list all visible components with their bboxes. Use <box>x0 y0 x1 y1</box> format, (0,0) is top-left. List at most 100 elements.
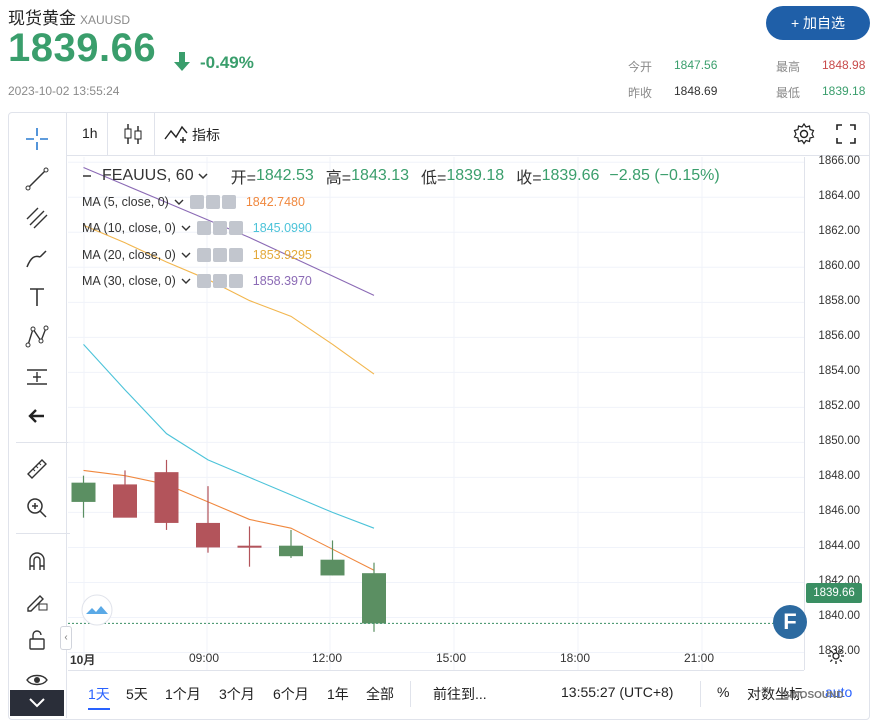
legend-high-label: 高= <box>325 170 352 187</box>
candle-type-icon[interactable] <box>122 122 144 146</box>
ma-row[interactable]: MA (10, close, 0) 1845.0990 <box>82 221 312 235</box>
chevron-down-icon[interactable] <box>197 171 209 181</box>
eye-icon[interactable] <box>196 221 211 235</box>
legend-symbol[interactable]: FEAUUS, 60 <box>102 167 194 185</box>
candle-body <box>279 545 303 557</box>
range-1y[interactable]: 1年 <box>327 684 349 704</box>
fullscreen-icon[interactable] <box>834 122 858 146</box>
goto-date-button[interactable]: 前往到... <box>433 684 487 704</box>
y-tick-label: 1848.00 <box>818 470 860 483</box>
clock[interactable]: 13:55:27 (UTC+8) <box>561 684 673 700</box>
gear-icon[interactable] <box>205 195 220 209</box>
ma-row[interactable]: MA (5, close, 0) 1842.7480 <box>82 195 305 209</box>
text-icon[interactable] <box>22 282 52 312</box>
range-1d[interactable]: 1天 <box>88 684 110 710</box>
open-label: 今开 <box>628 60 653 74</box>
range-all[interactable]: 全部 <box>366 684 394 704</box>
y-tick-label: 1850.00 <box>818 435 860 448</box>
ma-label: MA (20, close, 0) <box>82 248 176 262</box>
x-tick-label: 10月 <box>70 653 96 667</box>
y-tick-label: 1864.00 <box>818 190 860 203</box>
candle <box>154 459 179 530</box>
change-percent: -0.49% <box>200 53 254 72</box>
toolbar-divider <box>16 442 70 443</box>
candle-body <box>237 545 262 548</box>
candle-body <box>113 484 137 518</box>
indicators-button[interactable]: 指标 <box>192 125 220 145</box>
chevron-down-icon[interactable] <box>181 224 191 232</box>
candle-body <box>154 472 179 523</box>
x-tick-label: 18:00 <box>560 651 591 665</box>
trend-line-icon[interactable] <box>22 164 52 194</box>
ma-value: 1845.0990 <box>252 221 312 235</box>
expand-toolbar-button[interactable] <box>10 690 64 716</box>
ma-row[interactable]: MA (30, close, 0) 1858.3970 <box>82 274 312 288</box>
axis-settings-icon[interactable] <box>826 646 846 666</box>
chevron-down-icon[interactable] <box>174 198 184 206</box>
instrument-code: XAUUSD <box>80 13 131 27</box>
ma-value: 1858.3970 <box>252 274 312 288</box>
chevron-down-icon[interactable] <box>181 277 191 285</box>
candle <box>237 526 262 567</box>
gear-icon[interactable] <box>212 274 227 288</box>
indicators-icon[interactable] <box>163 123 189 145</box>
add-watchlist-button[interactable]: + 加自选 <box>766 6 870 40</box>
candle-body <box>320 559 345 576</box>
close-icon[interactable] <box>228 248 243 262</box>
ma-label: MA (10, close, 0) <box>82 221 176 235</box>
unlock-icon[interactable] <box>22 625 52 655</box>
legend-close: 1839.66 <box>541 167 600 184</box>
eye-icon[interactable] <box>189 195 204 209</box>
chevron-down-icon[interactable] <box>181 251 191 259</box>
close-icon[interactable] <box>221 195 236 209</box>
quote-datetime: 2023-10-02 13:55:24 <box>8 84 120 98</box>
ma-row[interactable]: MA (20, close, 0) 1853.9295 <box>82 248 312 262</box>
settings-gear-icon[interactable] <box>792 122 816 146</box>
range-1m[interactable]: 1个月 <box>165 684 201 704</box>
ruler-icon[interactable] <box>22 454 52 484</box>
collapse-panel-tab[interactable]: ‹ <box>60 626 72 650</box>
ma-value: 1853.9295 <box>252 248 312 262</box>
magnet-icon[interactable] <box>22 546 52 576</box>
gear-icon[interactable] <box>212 221 227 235</box>
eye-icon[interactable] <box>196 248 211 262</box>
y-tick-label: 1856.00 <box>818 330 860 343</box>
zoom-in-icon[interactable] <box>22 493 52 523</box>
back-arrow-icon[interactable] <box>22 401 52 431</box>
pattern-icon[interactable] <box>22 322 52 352</box>
candle <box>279 529 303 558</box>
crosshair-icon[interactable] <box>22 124 52 154</box>
interval-button[interactable]: 1h <box>82 125 98 141</box>
range-bar: 1天 5天 1个月 3个月 6个月 1年 全部 前往到... 13:55:27 … <box>67 671 869 718</box>
eye-icon[interactable] <box>196 274 211 288</box>
y-tick-label: 1840.00 <box>818 610 860 623</box>
measure-range-icon[interactable] <box>22 362 52 392</box>
close-icon[interactable] <box>228 221 243 235</box>
brush-icon[interactable] <box>22 243 52 273</box>
close-icon[interactable] <box>228 274 243 288</box>
low-label: 最低 <box>776 86 801 100</box>
last-price: 1839.66 <box>8 26 157 70</box>
fib-channel-icon[interactable] <box>22 203 52 233</box>
x-tick-label: 12:00 <box>312 651 343 665</box>
percent-toggle[interactable]: % <box>717 684 729 700</box>
range-5d[interactable]: 5天 <box>126 684 148 704</box>
gear-icon[interactable] <box>212 248 227 262</box>
x-tick-label: 21:00 <box>684 651 715 665</box>
range-3m[interactable]: 3个月 <box>219 684 255 704</box>
ma-label: MA (5, close, 0) <box>82 195 169 209</box>
candle-body <box>196 522 220 548</box>
ma-value: 1842.7480 <box>245 195 305 209</box>
chevron-down-icon <box>29 698 45 708</box>
minus-icon[interactable] <box>82 171 92 181</box>
y-tick-label: 1858.00 <box>818 295 860 308</box>
range-6m[interactable]: 6个月 <box>273 684 309 704</box>
legend-open-label: 开= <box>230 170 256 187</box>
x-tick-label: 09:00 <box>189 651 220 665</box>
logo-badge: F <box>773 605 807 639</box>
high-label: 最高 <box>776 60 801 74</box>
ma-label: MA (30, close, 0) <box>82 274 176 288</box>
lock-drawing-icon[interactable] <box>22 586 52 616</box>
arrow-down-icon <box>174 52 190 71</box>
legend-close-label: 收= <box>516 170 542 187</box>
